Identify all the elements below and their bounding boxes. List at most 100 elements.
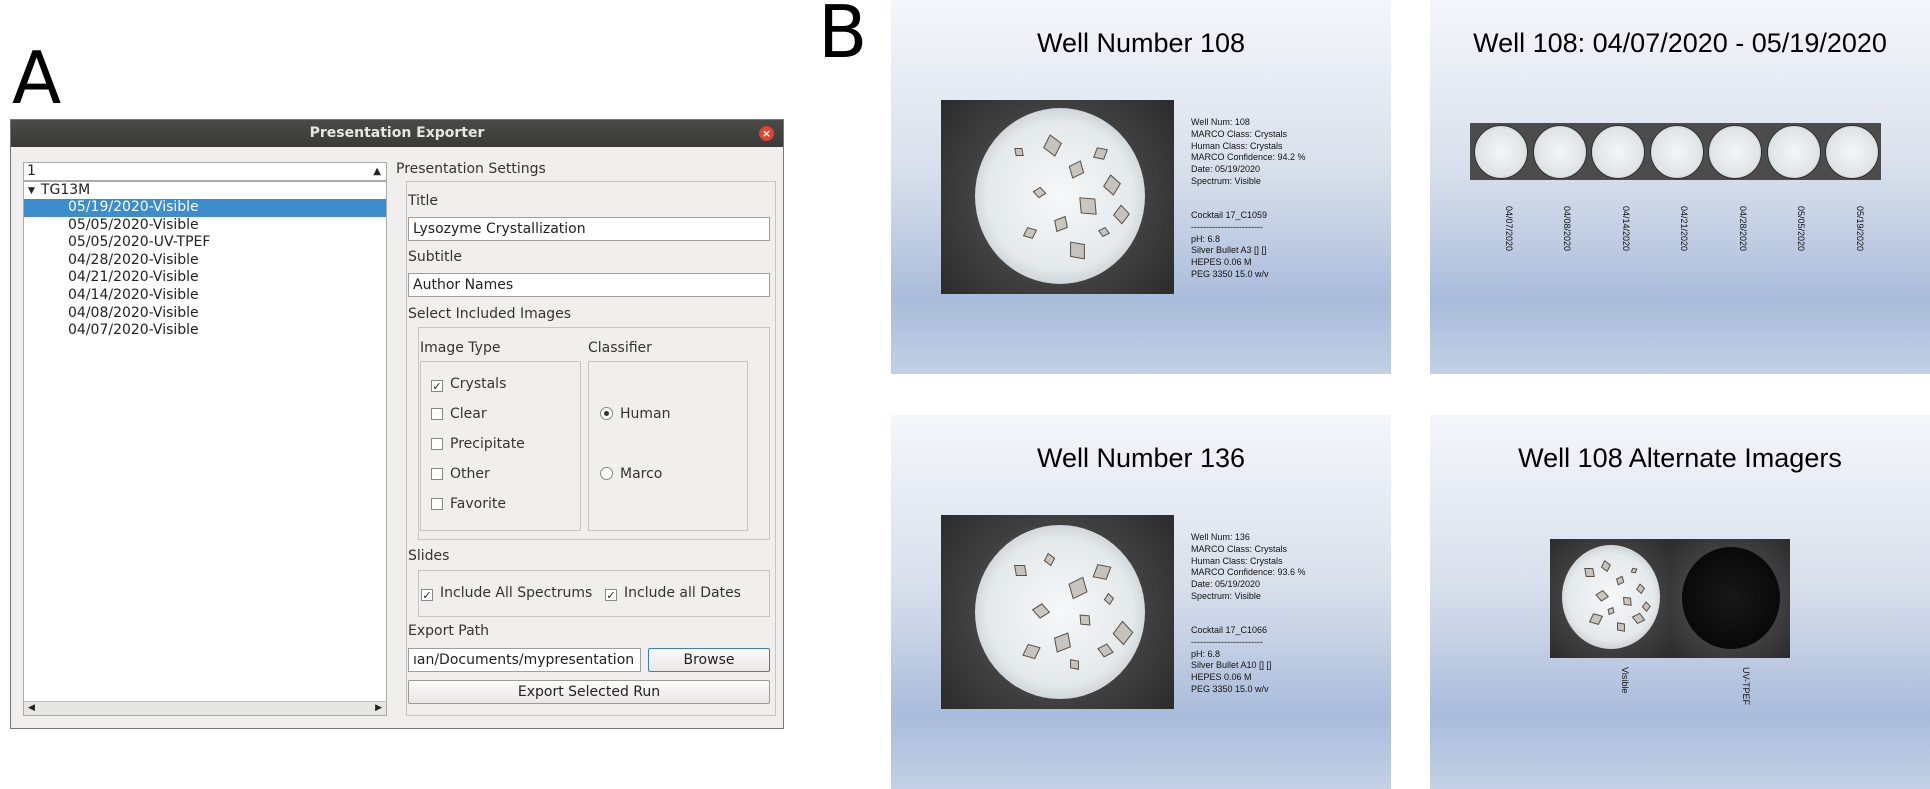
crystal-shape [1093,147,1108,160]
browse-button[interactable]: Browse [648,648,770,672]
close-icon[interactable]: × [759,126,774,141]
crystal-shape [1103,592,1115,606]
run-tree-view[interactable]: ▼ TG13M 05/19/2020-Visible 05/05/2020-Vis… [23,181,387,716]
timeline-thumb [1474,125,1528,179]
scroll-right-icon[interactable]: ▶ [375,703,382,713]
export-path-input[interactable]: ıan/Documents/mypresentation [408,648,641,672]
subtitle-label: Subtitle [408,249,463,265]
tree-item[interactable]: 05/05/2020-Visible [24,217,386,235]
slide-title: Well Number 136 [1036,443,1246,473]
crystal-shape [1043,552,1056,567]
tree-item[interactable]: 05/05/2020-UV-TPEF [24,234,386,252]
timeline-thumb [1591,125,1645,179]
crystal-shape [1043,134,1062,157]
cocktail-info: Cocktail 17_C1059 ----------------------… [1191,210,1269,279]
uv-tpef-image [1670,539,1790,658]
title-input[interactable]: Lysozyme Crystallization [408,217,770,241]
timeline-date-label: 05/05/2020 [1796,206,1806,252]
visible-image [1550,539,1670,658]
scroll-left-icon[interactable]: ◀ [28,703,35,713]
select-images-label: Select Included Images [408,306,572,322]
combo-up-arrow-icon: ▲ [373,166,381,177]
tree-item[interactable]: 04/07/2020-Visible [24,322,386,340]
tree-item[interactable]: 04/21/2020-Visible [24,269,386,287]
crystal-shape [1588,613,1603,626]
crystal-shape [1070,241,1085,260]
crystal-shape [1079,197,1097,215]
other-checkbox[interactable]: Other [431,465,490,483]
timeline-image-strip [1470,123,1881,180]
well-136-image [941,515,1174,709]
crystal-shape [1584,568,1595,577]
crystal-shape [1068,160,1085,179]
checkmark-icon[interactable]: ✓ [431,380,443,393]
crystal-shape [1601,560,1612,572]
classifier-label: Classifier [588,340,652,356]
presentation-settings-header: Presentation Settings [396,161,546,177]
horizontal-scrollbar[interactable]: ◀ ▶ [24,701,386,715]
tree-item[interactable]: 04/14/2020-Visible [24,287,386,305]
timeline-date-label: 04/07/2020 [1504,206,1514,252]
clear-checkbox[interactable]: Clear [431,405,487,423]
precipitate-checkbox[interactable]: Precipitate [431,435,525,453]
crystal-shape [1113,204,1130,225]
crystal-shape [1031,603,1051,619]
timeline-thumb [1767,125,1821,179]
dialog-titlebar: Presentation Exporter × [11,120,783,147]
crystal-shape [1097,226,1111,238]
favorite-checkbox[interactable]: Favorite [431,495,506,513]
crystal-shape [1594,589,1609,602]
tree-root-item[interactable]: ▼ TG13M [24,182,386,199]
timeline-date-label: 05/19/2020 [1855,206,1865,252]
checkmark-icon[interactable]: ✓ [421,589,433,602]
slide-alternate-imagers: Well 108 Alternate Imagers Visible UV-TP… [1430,415,1930,789]
crystals-checkbox[interactable]: ✓ Crystals [431,375,506,393]
classifier-group [588,361,748,531]
crystal-shape [1092,564,1112,580]
include-all-spectrums-checkbox[interactable]: ✓ Include All Spectrums [421,584,592,602]
slide-title: Well Number 108 [1036,28,1246,58]
crystal-shape [1631,612,1646,625]
crystal-shape [1070,659,1079,670]
crystal-shape [1630,567,1638,574]
slide-title: Well 108: 04/07/2020 - 05/19/2020 [1473,28,1887,58]
checkmark-icon[interactable]: ✓ [605,589,617,602]
image-type-label: Image Type [420,340,501,356]
well-108-image [941,100,1174,294]
crystal-shape [1014,565,1027,576]
crystal-shape [1053,632,1072,653]
tree-item[interactable]: 04/08/2020-Visible [24,305,386,323]
slide-title: Well 108 Alternate Imagers [1518,443,1842,473]
tree-root-label: TG13M [40,182,91,198]
human-radio[interactable]: Human [600,405,671,423]
crystal-shape [1616,622,1625,632]
export-path-label: Export Path [408,623,490,639]
panel-letter-a: A [12,36,62,120]
crystal-shape [1079,614,1091,626]
subtitle-input[interactable]: Author Names [408,273,770,297]
crystal-shape [1635,583,1646,595]
crystal-shape [1022,227,1038,239]
slide-well-108-timeline: Well 108: 04/07/2020 - 05/19/2020 04/07/… [1430,0,1930,374]
imager-label: Visible [1620,667,1630,694]
crystal-shape [1112,620,1134,646]
tree-item[interactable]: 05/19/2020-Visible [24,199,386,217]
crystal-shape [1622,596,1632,606]
well-info: Well Num: 108 MARCO Class: Crystals Huma… [1191,117,1306,186]
timeline-thumb [1533,125,1587,179]
include-all-dates-checkbox[interactable]: ✓ Include all Dates [605,584,741,602]
timeline-thumb [1650,125,1704,179]
timeline-date-label: 04/08/2020 [1562,206,1572,252]
slides-label: Slides [408,548,450,564]
export-selected-run-button[interactable]: Export Selected Run [408,680,770,704]
crystal-shape [1097,643,1114,658]
crystal-shape [1607,607,1615,616]
timeline-date-label: 04/28/2020 [1738,206,1748,252]
crystal-shape [1616,575,1624,585]
timeline-thumb [1708,125,1762,179]
marco-radio[interactable]: Marco [600,465,662,483]
run-combo-box[interactable]: 1 ▲ [23,162,387,181]
tree-item[interactable]: 04/28/2020-Visible [24,252,386,270]
dialog-title: Presentation Exporter [309,125,485,141]
expand-triangle-icon[interactable]: ▼ [28,186,35,196]
